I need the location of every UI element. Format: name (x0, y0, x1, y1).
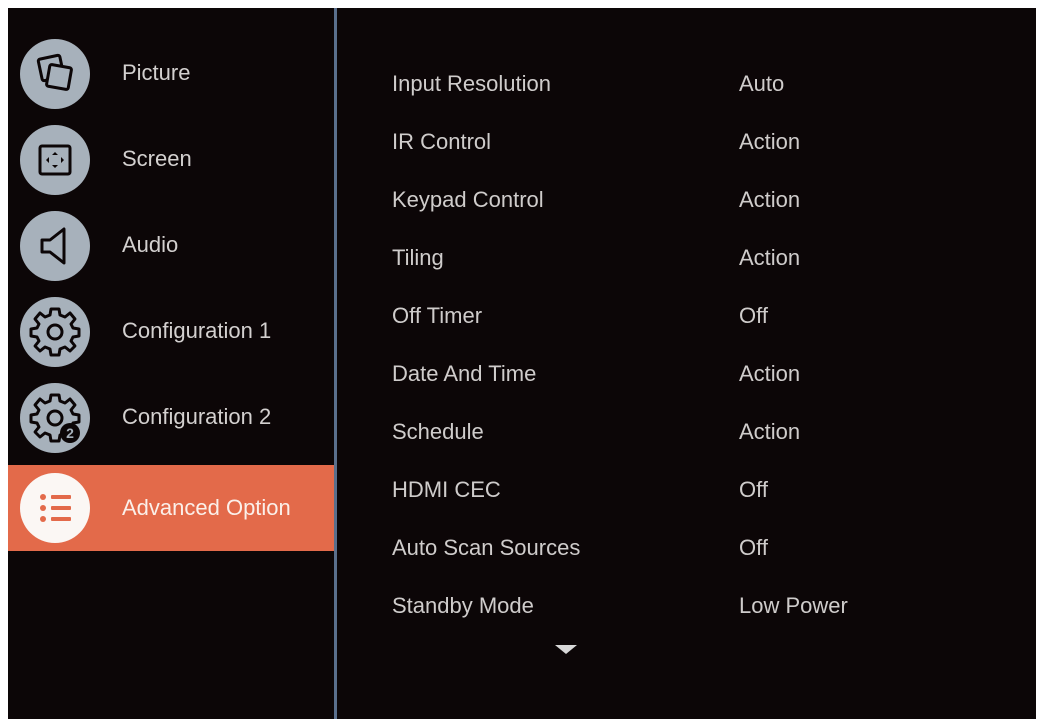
sidebar-item-screen[interactable]: Screen (8, 116, 334, 202)
gear-icon (20, 297, 90, 367)
gear-badge: 2 (66, 425, 74, 441)
chevron-down-icon[interactable] (555, 645, 577, 654)
sidebar-item-picture[interactable]: Picture (8, 30, 334, 116)
screen-icon (20, 125, 90, 195)
setting-row-date-and-time[interactable]: Date And Time Action (337, 348, 1036, 406)
setting-value: Action (739, 187, 801, 212)
picture-icon (20, 39, 90, 109)
sidebar-item-label: Audio (122, 232, 179, 257)
setting-value: Off (739, 535, 768, 560)
setting-value: Action (739, 361, 801, 386)
sidebar-item-label: Picture (122, 60, 191, 85)
setting-label: Date And Time (392, 361, 537, 386)
setting-value: Off (739, 303, 768, 328)
sidebar-item-configuration-1[interactable]: Configuration 1 (8, 288, 334, 374)
setting-row-keypad-control[interactable]: Keypad Control Action (337, 174, 1036, 232)
setting-label: IR Control (392, 129, 492, 154)
setting-label: Off Timer (392, 303, 483, 328)
settings-list: Input Resolution Auto IR Control Action … (337, 8, 1036, 719)
setting-value: Low Power (739, 593, 848, 618)
setting-value: Off (739, 477, 768, 502)
setting-label: Keypad Control (392, 187, 544, 212)
setting-row-schedule[interactable]: Schedule Action (337, 406, 1036, 464)
setting-value: Action (739, 129, 801, 154)
list-icon (20, 473, 90, 543)
setting-row-hdmi-cec[interactable]: HDMI CEC Off (337, 464, 1036, 522)
sidebar-item-audio[interactable]: Audio (8, 202, 334, 288)
speaker-icon (20, 211, 90, 281)
setting-row-tiling[interactable]: Tiling Action (337, 232, 1036, 290)
sidebar-item-label: Configuration 1 (122, 318, 272, 343)
setting-label: Standby Mode (392, 593, 534, 618)
setting-row-standby-mode[interactable]: Standby Mode Low Power (337, 580, 1036, 638)
gear-2-icon: 2 (20, 383, 90, 453)
setting-label: Tiling (392, 245, 444, 270)
setting-value: Action (739, 419, 801, 444)
setting-label: HDMI CEC (392, 477, 501, 502)
setting-value: Action (739, 245, 801, 270)
setting-label: Schedule (392, 419, 484, 444)
setting-label: Input Resolution (392, 71, 551, 96)
setting-row-auto-scan-sources[interactable]: Auto Scan Sources Off (337, 522, 1036, 580)
sidebar-item-configuration-2[interactable]: 2 Configuration 2 (8, 374, 334, 460)
setting-value: Auto (739, 71, 785, 96)
setting-row-ir-control[interactable]: IR Control Action (337, 116, 1036, 174)
setting-row-off-timer[interactable]: Off Timer Off (337, 290, 1036, 348)
sidebar: Picture Screen Audio Configuration 1 2 C… (8, 8, 334, 719)
osd-menu: Picture Screen Audio Configuration 1 2 C… (8, 8, 1036, 719)
sidebar-item-advanced-option[interactable]: Advanced Option (8, 465, 334, 551)
setting-label: Auto Scan Sources (392, 535, 581, 560)
sidebar-item-label: Configuration 2 (122, 404, 272, 429)
sidebar-item-label: Advanced Option (122, 495, 291, 520)
setting-row-input-resolution[interactable]: Input Resolution Auto (337, 58, 1036, 116)
sidebar-item-label: Screen (122, 146, 192, 171)
